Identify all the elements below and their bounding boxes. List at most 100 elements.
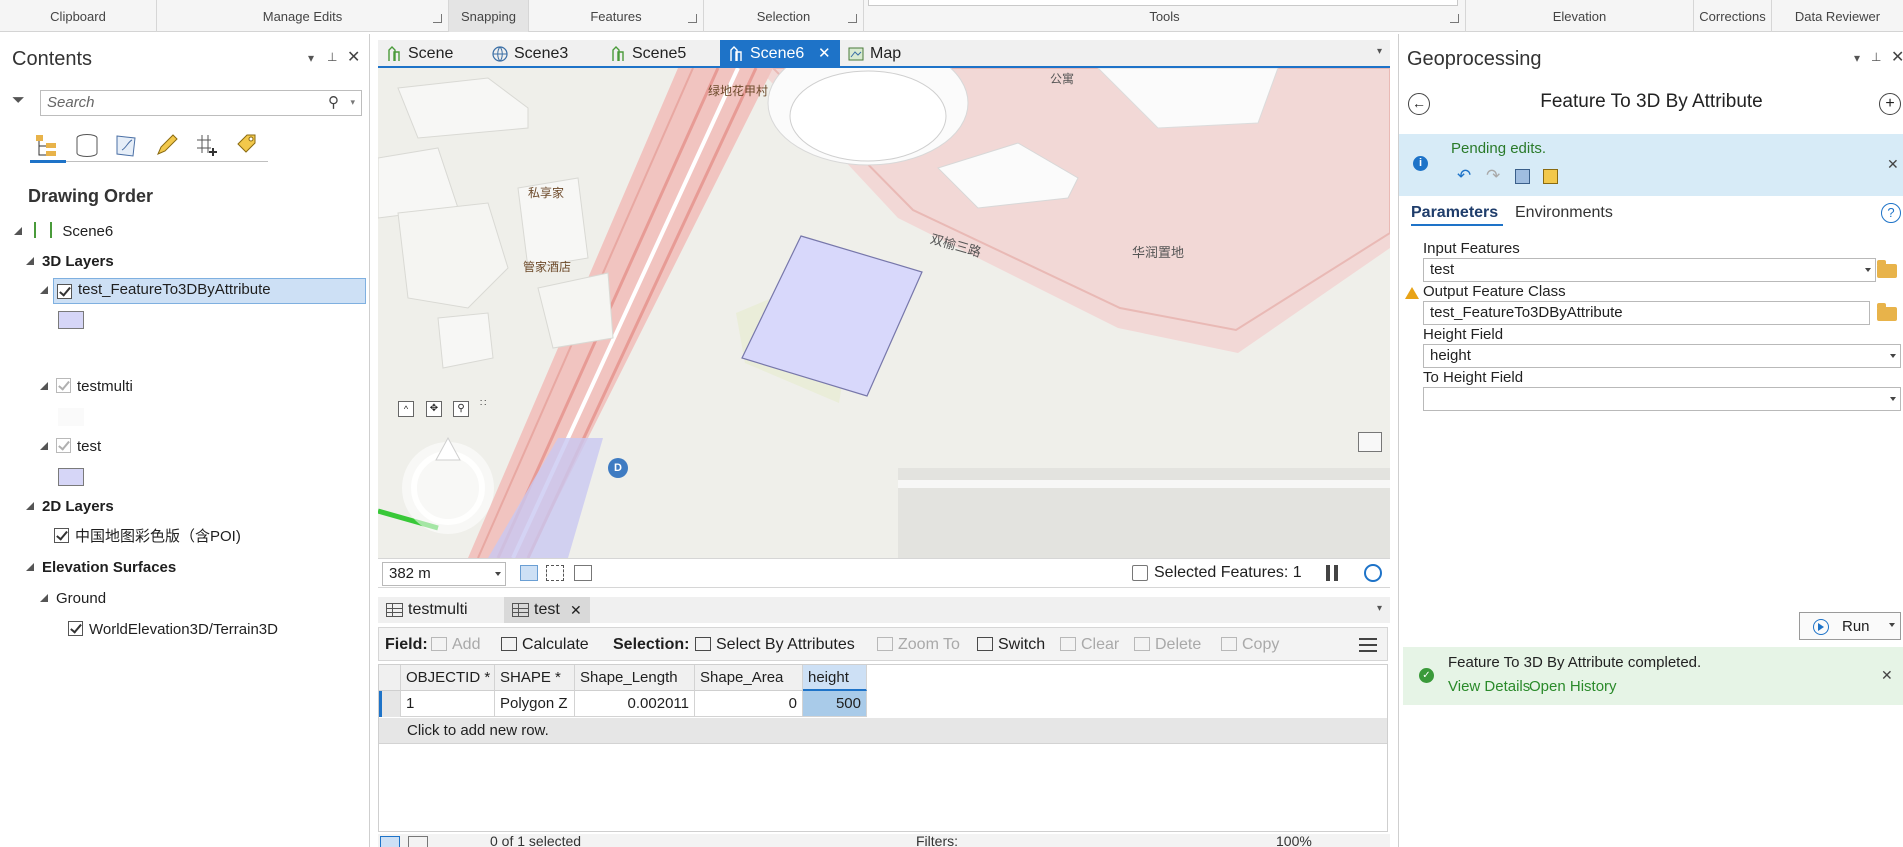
to-height-field-dropdown[interactable] — [1423, 387, 1901, 411]
layer2-symbol[interactable] — [58, 408, 84, 426]
browse-folder-icon[interactable] — [1877, 260, 1897, 278]
full-extent-icon[interactable]: ✥ — [426, 401, 442, 417]
pause-icon[interactable] — [1326, 565, 1330, 581]
list-by-selection-icon[interactable] — [114, 132, 140, 158]
search-icon[interactable]: ⚲ — [328, 93, 339, 111]
table-cell[interactable]: 1 — [401, 691, 495, 717]
close-tab-icon[interactable]: ✕ — [818, 40, 831, 68]
close-icon[interactable]: ✕ — [1891, 47, 1903, 67]
tab-scene3[interactable]: Scene3 — [484, 40, 602, 68]
map-marker[interactable]: D — [608, 458, 628, 478]
run-button[interactable]: Run — [1799, 612, 1901, 640]
close-banner-icon[interactable]: ✕ — [1887, 156, 1899, 173]
tab-environments[interactable]: Environments — [1515, 204, 1613, 222]
height-field-dropdown[interactable]: height — [1423, 344, 1901, 368]
tree-group-elevation[interactable]: Elevation Surfaces — [26, 555, 176, 581]
tree-item-terrain[interactable]: WorldElevation3D/Terrain3D — [68, 617, 278, 643]
tree-group-2d-layers[interactable]: 2D Layers — [26, 494, 114, 520]
add-icon[interactable]: + — [1879, 93, 1901, 115]
heads-up-display-icon[interactable]: ∷ — [480, 398, 486, 409]
chevron-down-icon[interactable]: ▾ — [350, 97, 355, 108]
menu-icon[interactable] — [1359, 638, 1377, 652]
save-edits-icon[interactable] — [1515, 169, 1530, 184]
expand-arrow-icon[interactable] — [40, 594, 48, 602]
tree-item-ground[interactable]: Ground — [40, 586, 106, 612]
output-feature-class-input[interactable]: test_FeatureTo3DByAttribute — [1423, 301, 1870, 325]
tab-scene6[interactable]: Scene6 ✕ — [720, 40, 840, 68]
pin-icon[interactable]: ⊥ — [1871, 50, 1881, 64]
table-cell[interactable]: 0.002011 — [575, 691, 695, 717]
pane-menu-icon[interactable]: ▾ — [1854, 51, 1860, 65]
refresh-icon[interactable] — [1364, 564, 1382, 582]
dialog-launcher-icon[interactable] — [848, 14, 857, 23]
scene-view[interactable]: 绿地花甲村 公寓 私享家 管家酒店 双榆三路 华润置地 D ^ ✥ ⚲ ∷ — [378, 68, 1390, 558]
tools-gallery[interactable] — [868, 0, 1458, 6]
tab-parameters[interactable]: Parameters — [1411, 204, 1498, 222]
show-selected-records-icon[interactable] — [408, 836, 428, 847]
clear-button[interactable]: Clear — [1060, 628, 1119, 662]
undo-icon[interactable]: ↶ — [1457, 166, 1471, 186]
chevron-down-icon[interactable] — [1889, 623, 1895, 627]
column-header[interactable]: OBJECTID * — [401, 665, 495, 691]
add-field-button[interactable]: Add — [431, 628, 480, 662]
terrain-visibility-checkbox[interactable] — [68, 621, 83, 636]
table-cell-selected[interactable]: 500 — [803, 691, 867, 717]
select-by-attributes-button[interactable]: Select By Attributes — [695, 628, 855, 662]
basemap-visibility-checkbox[interactable] — [54, 528, 69, 543]
close-tab-icon[interactable]: ✕ — [570, 597, 582, 623]
list-by-editing-icon[interactable] — [154, 132, 180, 158]
table-grid-icon[interactable] — [574, 565, 592, 581]
expand-arrow-icon[interactable] — [40, 442, 48, 450]
layer1-symbol[interactable] — [58, 311, 84, 329]
grid-snap-icon[interactable] — [546, 565, 564, 581]
dialog-launcher-icon[interactable] — [688, 14, 697, 23]
input-features-dropdown[interactable]: test — [1423, 258, 1876, 282]
tree-item-scene6[interactable]: Scene6 — [14, 219, 113, 245]
layer1-visibility-checkbox[interactable] — [57, 284, 72, 299]
table-cell[interactable]: Polygon Z — [495, 691, 575, 717]
column-header[interactable]: Shape_Area — [695, 665, 803, 691]
tab-overflow-icon[interactable]: ▾ — [1377, 603, 1382, 614]
tab-testmulti[interactable]: testmulti — [378, 597, 496, 623]
tab-scene5[interactable]: Scene5 — [602, 40, 712, 68]
tree-group-3d-layers[interactable]: 3D Layers — [26, 249, 114, 275]
list-by-drawing-order-icon[interactable] — [34, 132, 60, 158]
calculate-button[interactable]: Calculate — [501, 628, 589, 662]
select-all-corner[interactable] — [379, 665, 401, 691]
copy-button[interactable]: Copy — [1221, 628, 1279, 662]
zoom-level[interactable]: 100% — [1276, 834, 1312, 847]
expand-arrow-icon[interactable] — [26, 257, 34, 265]
tree-item-layer2[interactable]: testmulti — [40, 374, 133, 400]
collapse-navigator-icon[interactable]: ^ — [398, 401, 414, 417]
zoom-to-button[interactable]: Zoom To — [877, 628, 960, 662]
selected-features-count[interactable]: Selected Features: 1 — [1154, 564, 1302, 582]
dialog-launcher-icon[interactable] — [433, 14, 442, 23]
close-icon[interactable]: ✕ — [347, 47, 360, 67]
discard-edits-icon[interactable] — [1543, 169, 1558, 184]
tree-item-layer3[interactable]: test — [40, 434, 101, 460]
table-cell[interactable]: 0 — [695, 691, 803, 717]
list-by-labeling-icon[interactable] — [234, 132, 260, 158]
view-details-link[interactable]: View Details — [1448, 678, 1530, 695]
layer1-selection-highlight[interactable]: test_FeatureTo3DByAttribute — [53, 278, 366, 304]
expand-arrow-icon[interactable] — [26, 563, 34, 571]
tab-map[interactable]: Map — [840, 40, 930, 68]
layer2-visibility-checkbox[interactable] — [56, 378, 71, 393]
pane-menu-icon[interactable]: ▾ — [308, 51, 314, 65]
expand-arrow-icon[interactable] — [40, 286, 48, 294]
open-history-link[interactable]: Open History — [1529, 678, 1617, 695]
expand-arrow-icon[interactable] — [40, 382, 48, 390]
column-header[interactable]: Shape_Length — [575, 665, 695, 691]
row-selector[interactable] — [379, 691, 401, 717]
show-all-records-icon[interactable] — [380, 836, 400, 847]
layer3-visibility-checkbox[interactable] — [56, 438, 71, 453]
help-icon[interactable]: ? — [1881, 203, 1901, 223]
snapping-icon[interactable] — [520, 565, 538, 581]
tab-test[interactable]: test ✕ — [504, 597, 590, 623]
selection-tool-icon[interactable] — [1132, 565, 1148, 581]
switch-button[interactable]: Switch — [977, 628, 1045, 662]
tab-overflow-icon[interactable]: ▾ — [1377, 46, 1382, 57]
expand-arrow-icon[interactable] — [26, 502, 34, 510]
scale-dropdown[interactable]: 382 m — [382, 562, 506, 586]
map-tips-icon[interactable] — [1358, 432, 1382, 452]
